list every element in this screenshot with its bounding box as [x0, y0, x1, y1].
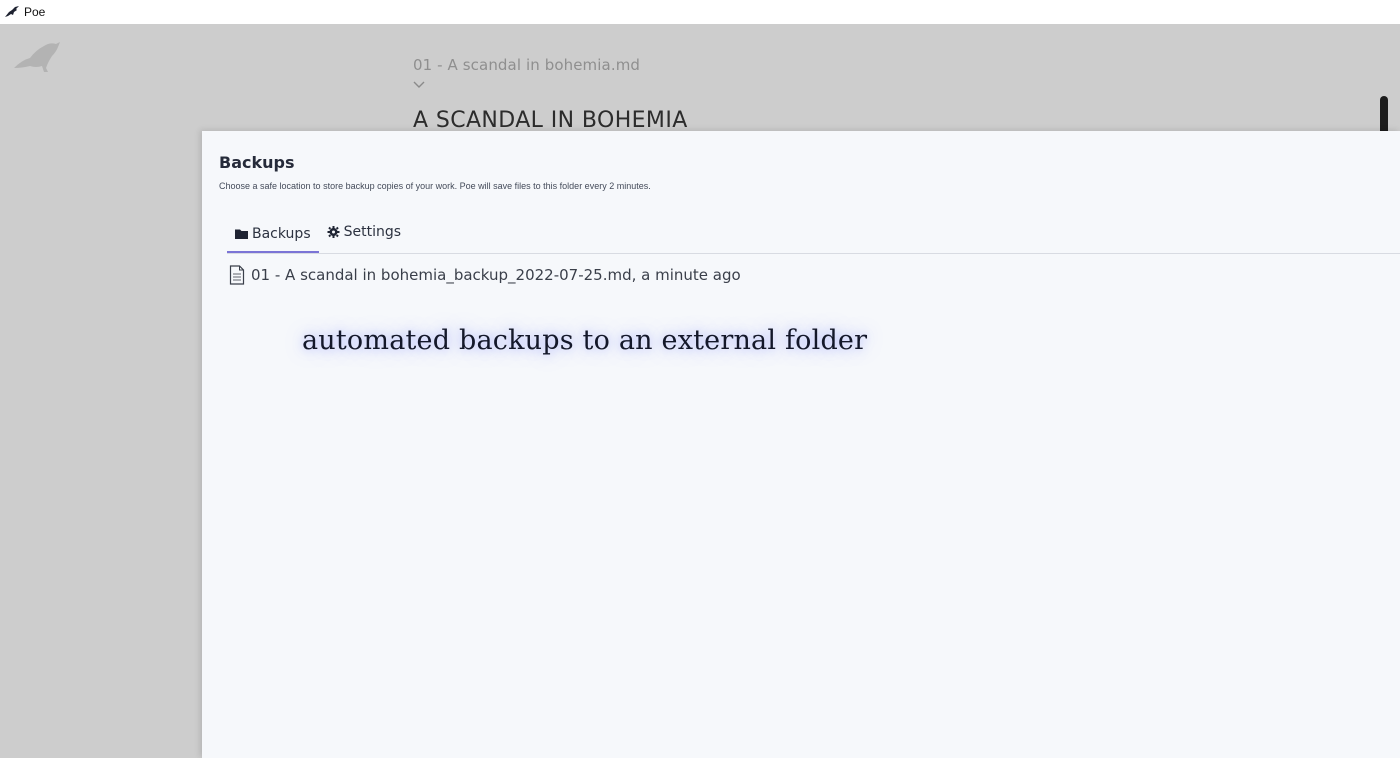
panel-description: Choose a safe location to store backup c… — [219, 181, 651, 191]
raven-icon — [5, 6, 19, 17]
tab-backups[interactable]: Backups — [227, 213, 319, 254]
gear-icon — [327, 226, 340, 238]
tab-settings[interactable]: Settings — [319, 213, 409, 251]
backup-file-list: 01 - A scandal in bohemia_backup_2022-07… — [229, 265, 741, 285]
file-icon — [229, 265, 245, 285]
scrollbar-thumb[interactable] — [1380, 96, 1388, 136]
feature-caption: automated backups to an external folder — [302, 325, 868, 356]
backup-file-label: 01 - A scandal in bohemia_backup_2022-07… — [251, 266, 741, 284]
backups-panel: Backups Choose a safe location to store … — [202, 131, 1400, 758]
title-bar: Poe — [0, 0, 1400, 24]
chevron-down-icon[interactable] — [413, 80, 425, 90]
panel-title: Backups — [219, 153, 295, 172]
document-filename[interactable]: 01 - A scandal in bohemia.md — [413, 56, 640, 74]
tab-divider — [227, 253, 1400, 254]
tab-backups-label: Backups — [252, 225, 311, 242]
document-heading: A SCANDAL IN BOHEMIA — [413, 108, 688, 133]
folder-icon — [235, 229, 248, 239]
tab-settings-label: Settings — [343, 224, 402, 240]
tab-bar: Backups Settings — [227, 213, 409, 254]
backup-file-item[interactable]: 01 - A scandal in bohemia_backup_2022-07… — [229, 265, 741, 285]
window-title: Poe — [24, 5, 46, 19]
raven-logo-icon — [14, 42, 60, 72]
